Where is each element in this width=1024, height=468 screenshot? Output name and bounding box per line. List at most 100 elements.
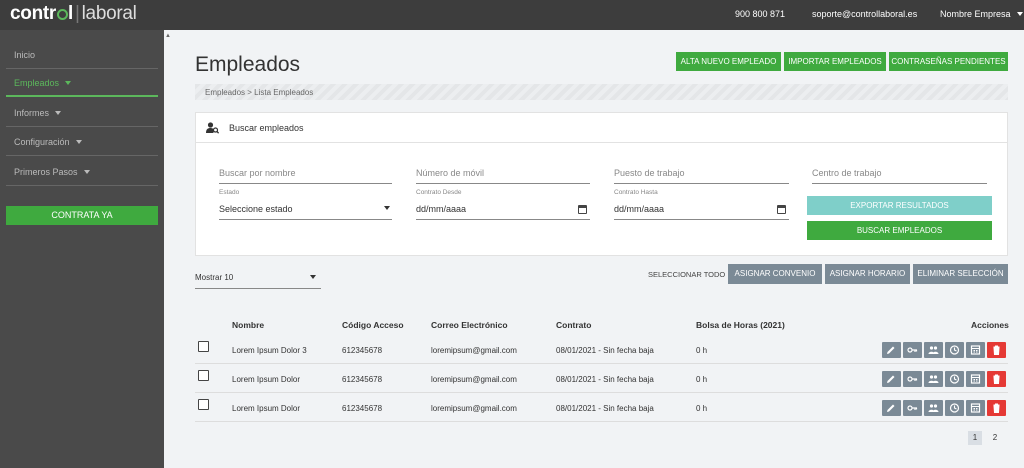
movil-search-input[interactable]: Número de móvil	[416, 158, 590, 184]
sidebar-item-inicio[interactable]: Inicio	[6, 40, 158, 69]
company-name: Nombre Empresa	[940, 9, 1011, 19]
calendar-icon[interactable]	[777, 205, 786, 214]
cell-codigo: 612345678	[342, 346, 383, 355]
cell-nombre[interactable]: Lorem Ipsum Dolor	[232, 375, 300, 384]
select-all-link[interactable]: SELECCIONAR TODO	[648, 270, 725, 279]
delete-icon	[993, 374, 1000, 384]
support-email[interactable]: soporte@controllaboral.es	[812, 9, 917, 19]
exportar-resultados-button[interactable]: EXPORTAR RESULTADOS	[807, 196, 992, 215]
logo-text-part2: l	[68, 3, 73, 24]
sidebar-item-configuracion[interactable]: Configuración	[6, 127, 158, 156]
cell-contrato: 08/01/2021 - Sin fecha baja	[556, 346, 654, 355]
sidebar-item-primeros-pasos[interactable]: Primeros Pasos	[6, 157, 158, 186]
column-header-codigo[interactable]: Código Acceso	[342, 320, 404, 330]
sidebar-item-label: Primeros Pasos	[14, 167, 78, 177]
delete-button[interactable]	[987, 371, 1006, 387]
password-button[interactable]	[903, 371, 922, 387]
puesto-search-input[interactable]: Puesto de trabajo	[614, 158, 789, 184]
support-phone[interactable]: 900 800 871	[735, 9, 785, 19]
pagination-page-2[interactable]: 2	[988, 431, 1002, 445]
chevron-down-icon	[55, 111, 62, 115]
page-size-value: Mostrar 10	[195, 273, 234, 282]
schedule-button[interactable]	[966, 371, 985, 387]
groups-button[interactable]	[924, 342, 943, 358]
contrato-hasta-value: dd/mm/aaaa	[614, 204, 665, 214]
dropdown-arrow-icon	[310, 275, 316, 279]
company-menu[interactable]: Nombre Empresa	[940, 9, 1023, 19]
importar-empleados-button[interactable]: IMPORTAR EMPLEADOS	[784, 52, 886, 71]
delete-icon	[993, 403, 1000, 413]
estado-select[interactable]: Estado Seleccione estado	[219, 189, 392, 220]
nombre-placeholder: Buscar por nombre	[219, 168, 296, 178]
chevron-down-icon	[75, 140, 82, 144]
clock-icon	[949, 403, 960, 413]
timesheet-button[interactable]	[945, 342, 964, 358]
cell-correo: loremipsum@gmail.com	[431, 346, 517, 355]
estado-label: Estado	[219, 189, 240, 196]
contrato-desde-date[interactable]: Contrato Desde dd/mm/aaaa	[416, 189, 590, 220]
edit-button[interactable]	[882, 371, 901, 387]
chevron-down-icon	[83, 170, 90, 174]
chevron-down-icon	[65, 81, 72, 85]
groups-button[interactable]	[924, 400, 943, 416]
alta-nuevo-empleado-button[interactable]: ALTA NUEVO EMPLEADO	[676, 52, 781, 71]
cell-nombre[interactable]: Lorem Ipsum Dolor 3	[232, 346, 307, 355]
contrata-ya-button[interactable]: CONTRATA YA	[6, 206, 158, 225]
calendar-icon[interactable]	[578, 205, 587, 214]
schedule-button[interactable]	[966, 342, 985, 358]
centro-search-input[interactable]: Centro de trabajo	[812, 158, 987, 184]
brand-logo[interactable]: contr l | laboral	[10, 3, 137, 25]
pagination-page-1[interactable]: 1	[968, 431, 982, 445]
asignar-convenio-button[interactable]: ASIGNAR CONVENIO	[728, 264, 822, 284]
top-bar: contr l | laboral 900 800 871 soporte@contr…	[0, 0, 1024, 30]
sidebar-item-label: Configuración	[14, 137, 70, 147]
delete-button[interactable]	[987, 342, 1006, 358]
nombre-search-input[interactable]: Buscar por nombre	[219, 158, 392, 184]
schedule-icon	[970, 345, 981, 355]
sidebar-item-informes[interactable]: Informes	[6, 98, 158, 127]
centro-placeholder: Centro de trabajo	[812, 168, 882, 178]
edit-button[interactable]	[882, 400, 901, 416]
column-header-bolsa-horas[interactable]: Bolsa de Horas (2021)	[696, 320, 785, 330]
clock-icon	[949, 345, 960, 355]
asignar-horario-button[interactable]: ASIGNAR HORARIO	[825, 264, 910, 284]
sidebar-item-empleados[interactable]: Empleados	[6, 68, 158, 97]
row-checkbox[interactable]	[198, 399, 209, 410]
contrato-hasta-date[interactable]: Contrato Hasta dd/mm/aaaa	[614, 189, 789, 220]
page-size-select[interactable]: Mostrar 10	[195, 266, 321, 289]
puesto-placeholder: Puesto de trabajo	[614, 168, 685, 178]
cell-codigo: 612345678	[342, 404, 383, 413]
password-button[interactable]	[903, 400, 922, 416]
key-icon	[907, 347, 918, 353]
column-header-contrato[interactable]: Contrato	[556, 320, 591, 330]
delete-button[interactable]	[987, 400, 1006, 416]
collapse-sidebar-icon[interactable]: ▲	[165, 33, 171, 39]
schedule-button[interactable]	[966, 400, 985, 416]
cell-contrato: 08/01/2021 - Sin fecha baja	[556, 404, 654, 413]
search-panel-header: Buscar empleados	[196, 113, 1007, 143]
edit-icon	[887, 346, 895, 354]
column-header-correo[interactable]: Correo Electrónico	[431, 320, 508, 330]
edit-button[interactable]	[882, 342, 901, 358]
clock-icon	[949, 374, 960, 384]
cell-nombre[interactable]: Lorem Ipsum Dolor	[232, 404, 300, 413]
contrasenas-pendientes-button[interactable]: CONTRASEÑAS PENDIENTES	[889, 52, 1008, 71]
schedule-icon	[970, 374, 981, 384]
timesheet-button[interactable]	[945, 371, 964, 387]
cell-correo: loremipsum@gmail.com	[431, 404, 517, 413]
row-checkbox[interactable]	[198, 370, 209, 381]
groups-button[interactable]	[924, 371, 943, 387]
logo-text-part3: laboral	[81, 3, 137, 24]
row-checkbox[interactable]	[198, 341, 209, 352]
contrato-hasta-label: Contrato Hasta	[614, 189, 658, 196]
logo-o-mark	[56, 9, 68, 20]
cell-bolsa-horas: 0 h	[696, 375, 708, 384]
delete-icon	[993, 345, 1000, 355]
password-button[interactable]	[903, 342, 922, 358]
page-title: Empleados	[195, 53, 301, 76]
timesheet-button[interactable]	[945, 400, 964, 416]
buscar-empleados-button[interactable]: BUSCAR EMPLEADOS	[807, 221, 992, 240]
column-header-nombre[interactable]: Nombre	[232, 320, 264, 330]
key-icon	[907, 405, 918, 411]
eliminar-seleccion-button[interactable]: ELIMINAR SELECCIÓN	[913, 264, 1008, 284]
